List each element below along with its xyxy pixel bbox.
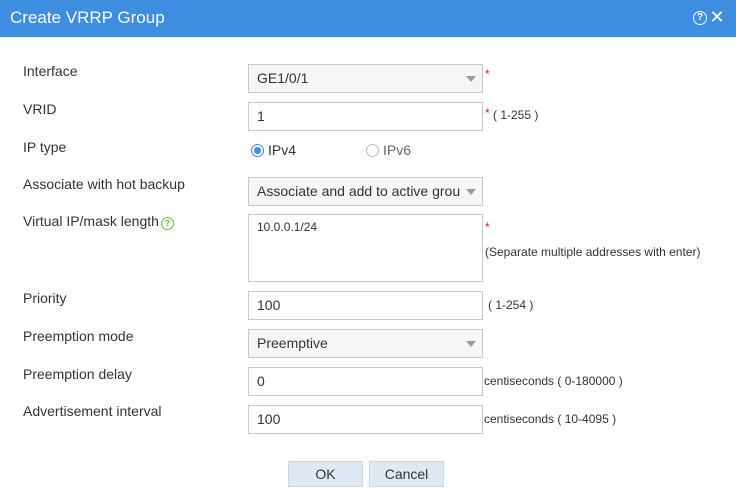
question-icon[interactable]: ? [160, 217, 174, 230]
required-mark: * [485, 106, 490, 120]
vrid-input[interactable]: 1 [248, 102, 483, 131]
interface-select[interactable]: GE1/0/1 [248, 64, 483, 93]
preemption-mode-value: Preemptive [257, 335, 328, 351]
preemption-delay-input[interactable]: 0 [248, 367, 483, 396]
adv-interval-hint: centiseconds ( 10-4095 ) [484, 412, 617, 426]
cancel-button[interactable]: Cancel [369, 461, 444, 487]
hot-backup-select[interactable]: Associate and add to active group [248, 177, 483, 206]
help-icon[interactable]: ? [693, 11, 707, 25]
virtual-ip-label-text: Virtual IP/mask length [23, 213, 159, 229]
vrid-label: VRID [23, 101, 57, 117]
ip-type-label: IP type [23, 139, 67, 155]
chevron-down-icon[interactable] [460, 178, 482, 205]
chevron-down-icon[interactable] [460, 65, 482, 92]
dialog-titlebar: Create VRRP Group ? ✕ [0, 0, 736, 37]
priority-label: Priority [23, 290, 67, 306]
interface-value: GE1/0/1 [257, 70, 309, 86]
chevron-down-icon[interactable] [460, 330, 482, 357]
required-mark: * [485, 67, 490, 81]
preemption-mode-label: Preemption mode [23, 328, 134, 344]
priority-hint: ( 1-254 ) [488, 298, 534, 312]
priority-input[interactable]: 100 [248, 291, 483, 320]
close-icon[interactable]: ✕ [709, 8, 725, 26]
preemption-delay-label: Preemption delay [23, 366, 132, 382]
dialog-title: Create VRRP Group [10, 8, 165, 27]
radio-unselected-icon[interactable] [366, 143, 379, 157]
ipv4-radio-label: IPv4 [268, 142, 297, 158]
ipv4-radio[interactable]: IPv4 [251, 142, 296, 158]
required-mark: * [485, 220, 490, 234]
ok-button[interactable]: OK [288, 461, 363, 487]
interface-label: Interface [23, 63, 78, 79]
ipv6-radio[interactable]: IPv6 [366, 142, 411, 158]
hot-backup-label: Associate with hot backup [23, 176, 185, 192]
virtual-ip-label: Virtual IP/mask length? [23, 213, 174, 230]
adv-interval-label: Advertisement interval [23, 403, 162, 419]
virtual-ip-hint: (Separate multiple addresses with enter) [485, 245, 701, 259]
virtual-ip-textarea[interactable]: 10.0.0.1/24 [248, 214, 483, 282]
ipv6-radio-label: IPv6 [383, 142, 412, 158]
preemption-mode-select[interactable]: Preemptive [248, 329, 483, 358]
adv-interval-input[interactable]: 100 [248, 405, 483, 434]
hot-backup-value: Associate and add to active group [257, 183, 468, 199]
preemption-delay-hint: centiseconds ( 0-180000 ) [484, 374, 623, 388]
vrid-hint: ( 1-255 ) [493, 108, 539, 122]
radio-selected-icon[interactable] [251, 143, 264, 157]
